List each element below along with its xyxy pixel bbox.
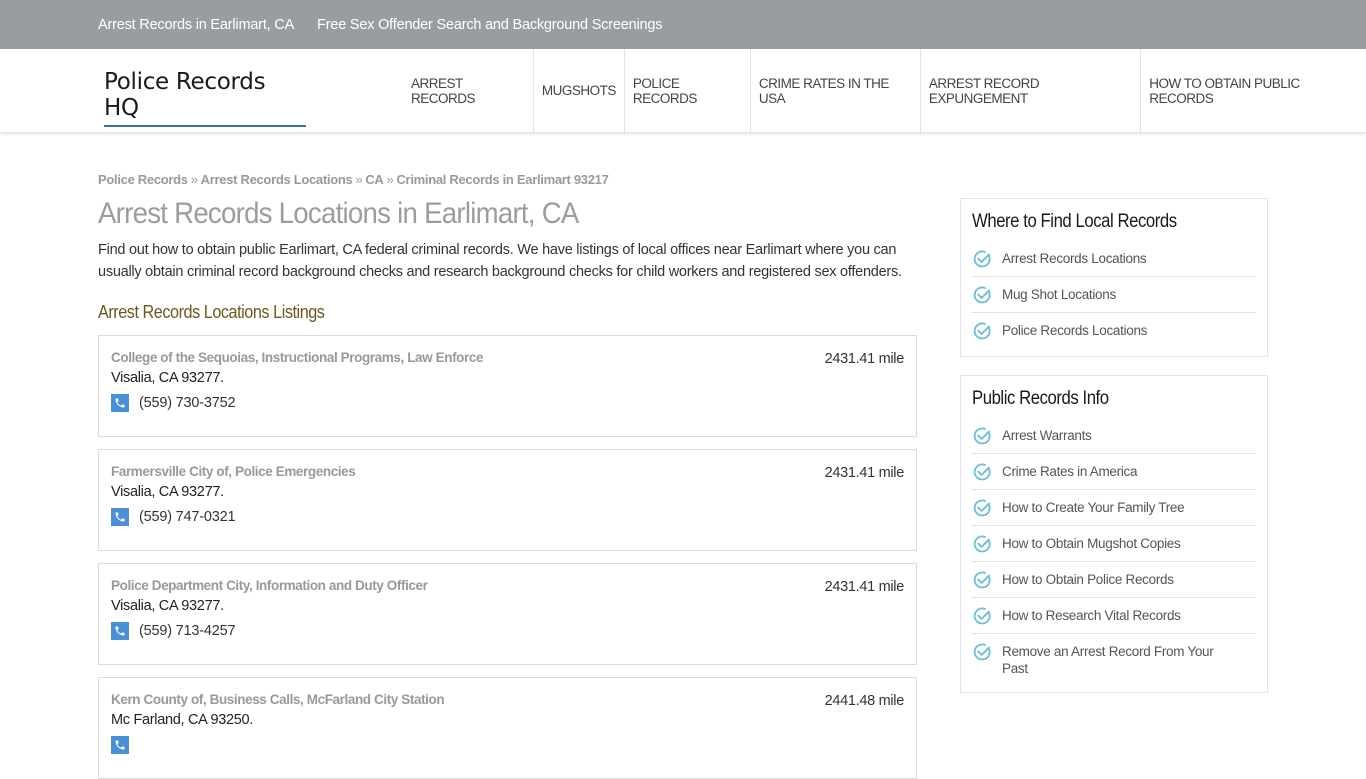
intro-text: Find out how to obtain public Earlimart,…	[98, 242, 902, 280]
check-circle-icon	[973, 286, 991, 304]
nav-crime-rates[interactable]: CRIME RATES IN THE USA	[751, 49, 921, 132]
sidebar-link[interactable]: Arrest Records Locations	[1002, 250, 1147, 267]
phone-icon	[111, 508, 129, 526]
sidebar-link[interactable]: How to Obtain Mugshot Copies	[1002, 535, 1181, 552]
listing-distance: 2441.48 mile	[824, 693, 905, 709]
sidebar-list-item: How to Obtain Police Records	[972, 562, 1256, 598]
topbar-link-arrest-records-earlimart[interactable]: Arrest Records in Earlimart, CA	[98, 17, 294, 33]
sidebar-list-item: How to Create Your Family Tree	[972, 490, 1256, 526]
sidebar-list-item: Arrest Warrants	[972, 418, 1256, 454]
listing-card: College of the Sequoias, Instructional P…	[98, 335, 917, 437]
sidebar-link[interactable]: How to Obtain Police Records	[1002, 571, 1174, 588]
site-header: Police Records HQ ARREST RECORDS MUGSHOT…	[0, 49, 1366, 132]
listing-card: Kern County of, Business Calls, McFarlan…	[98, 677, 917, 779]
phone-icon	[111, 736, 129, 754]
breadcrumb-current: Criminal Records in Earlimart 93217	[396, 172, 609, 187]
nav-police-records[interactable]: POLICE RECORDS	[625, 49, 751, 132]
listing-address: Visalia, CA 93277.	[111, 484, 224, 500]
listing-phone-row	[111, 736, 904, 754]
widget-list: Arrest Warrants Crime Rates in America How…	[972, 418, 1256, 684]
listing-name[interactable]: Police Department City, Information and …	[111, 578, 904, 593]
listing-phone-row: (559) 713-4257	[111, 622, 904, 640]
listing-phone[interactable]: (559) 730-3752	[139, 395, 236, 411]
listing-name[interactable]: College of the Sequoias, Instructional P…	[111, 350, 904, 365]
check-circle-icon	[973, 571, 991, 589]
listing-distance: 2431.41 mile	[824, 465, 905, 481]
sidebar-link[interactable]: How to Create Your Family Tree	[1002, 499, 1185, 516]
breadcrumb: Police Records» Arrest Records Locations»…	[98, 172, 918, 187]
widget-title: Public Records Info	[972, 388, 1109, 409]
check-circle-icon	[973, 427, 991, 445]
sidebar-list-item: How to Obtain Mugshot Copies	[972, 526, 1256, 562]
breadcrumb-separator: »	[190, 172, 198, 187]
widget-local-records: Where to Find Local Records Arrest Recor…	[960, 198, 1268, 357]
listing-phone[interactable]: (559) 747-0321	[139, 509, 236, 525]
check-circle-icon	[973, 463, 991, 481]
top-bar: Arrest Records in Earlimart, CA Free Sex…	[0, 0, 1366, 49]
listing-name[interactable]: Farmersville City of, Police Emergencies	[111, 464, 904, 479]
listing-address: Visalia, CA 93277.	[111, 370, 224, 386]
sidebar: Where to Find Local Records Arrest Recor…	[960, 198, 1268, 357]
listing-phone-row: (559) 747-0321	[111, 508, 904, 526]
check-circle-icon	[973, 535, 991, 553]
nav-expungement[interactable]: ARREST RECORD EXPUNGEMENT	[921, 49, 1142, 132]
listing-phone[interactable]: (559) 713-4257	[139, 623, 236, 639]
sidebar-link[interactable]: Police Records Locations	[1002, 322, 1147, 339]
nav-public-records[interactable]: HOW TO OBTAIN PUBLIC RECORDS	[1141, 49, 1366, 132]
widget-list: Arrest Records Locations Mug Shot Locatio…	[972, 241, 1256, 348]
listing-distance: 2431.41 mile	[824, 351, 905, 367]
check-circle-icon	[973, 250, 991, 268]
sidebar-list-item: Crime Rates in America	[972, 454, 1256, 490]
breadcrumb-separator: »	[386, 172, 394, 187]
breadcrumb-police-records[interactable]: Police Records	[98, 172, 188, 187]
breadcrumb-separator: »	[355, 172, 363, 187]
sidebar-public-records: Public Records Info Arrest Warrants Crime…	[960, 375, 1268, 693]
sidebar-link[interactable]: Crime Rates in America	[1002, 463, 1138, 480]
sidebar-link[interactable]: Remove an Arrest Record From Your Past	[1002, 643, 1217, 677]
listings-list: College of the Sequoias, Instructional P…	[98, 335, 918, 779]
widget-public-records-info: Public Records Info Arrest Warrants Crime…	[960, 375, 1268, 693]
listings-heading: Arrest Records Locations Listings	[98, 302, 325, 322]
phone-icon	[111, 622, 129, 640]
sidebar-list-item: Remove an Arrest Record From Your Past	[972, 634, 1256, 684]
check-circle-icon	[973, 499, 991, 517]
check-circle-icon	[973, 643, 991, 661]
main-nav: ARREST RECORDS MUGSHOTS POLICE RECORDS C…	[403, 49, 1366, 132]
check-circle-icon	[973, 607, 991, 625]
main-content: Police Records» Arrest Records Locations»…	[98, 172, 918, 779]
sidebar-list-item: Arrest Records Locations	[972, 241, 1256, 277]
check-circle-icon	[973, 322, 991, 340]
nav-arrest-records[interactable]: ARREST RECORDS	[403, 49, 534, 132]
phone-icon	[111, 394, 129, 412]
topbar-link-sex-offender-search[interactable]: Free Sex Offender Search and Background …	[317, 17, 662, 33]
site-logo[interactable]: Police Records HQ	[104, 69, 306, 127]
sidebar-list-item: Police Records Locations	[972, 313, 1256, 348]
breadcrumb-arrest-records-locations[interactable]: Arrest Records Locations	[201, 172, 353, 187]
listing-address: Visalia, CA 93277.	[111, 598, 224, 614]
page-title: Arrest Records Locations in Earlimart, C…	[98, 197, 579, 230]
listing-card: Farmersville City of, Police Emergencies…	[98, 449, 917, 551]
sidebar-link[interactable]: Arrest Warrants	[1002, 427, 1092, 444]
listing-card: Police Department City, Information and …	[98, 563, 917, 665]
widget-title: Where to Find Local Records	[972, 211, 1177, 232]
nav-mugshots[interactable]: MUGSHOTS	[534, 49, 625, 132]
sidebar-link[interactable]: How to Research Vital Records	[1002, 607, 1181, 624]
breadcrumb-ca[interactable]: CA	[365, 172, 383, 187]
listing-name[interactable]: Kern County of, Business Calls, McFarlan…	[111, 692, 904, 707]
sidebar-list-item: Mug Shot Locations	[972, 277, 1256, 313]
listing-distance: 2431.41 mile	[824, 579, 905, 595]
sidebar-list-item: How to Research Vital Records	[972, 598, 1256, 634]
listing-address: Mc Farland, CA 93250.	[111, 712, 253, 728]
listing-phone-row: (559) 730-3752	[111, 394, 904, 412]
sidebar-link[interactable]: Mug Shot Locations	[1002, 286, 1116, 303]
